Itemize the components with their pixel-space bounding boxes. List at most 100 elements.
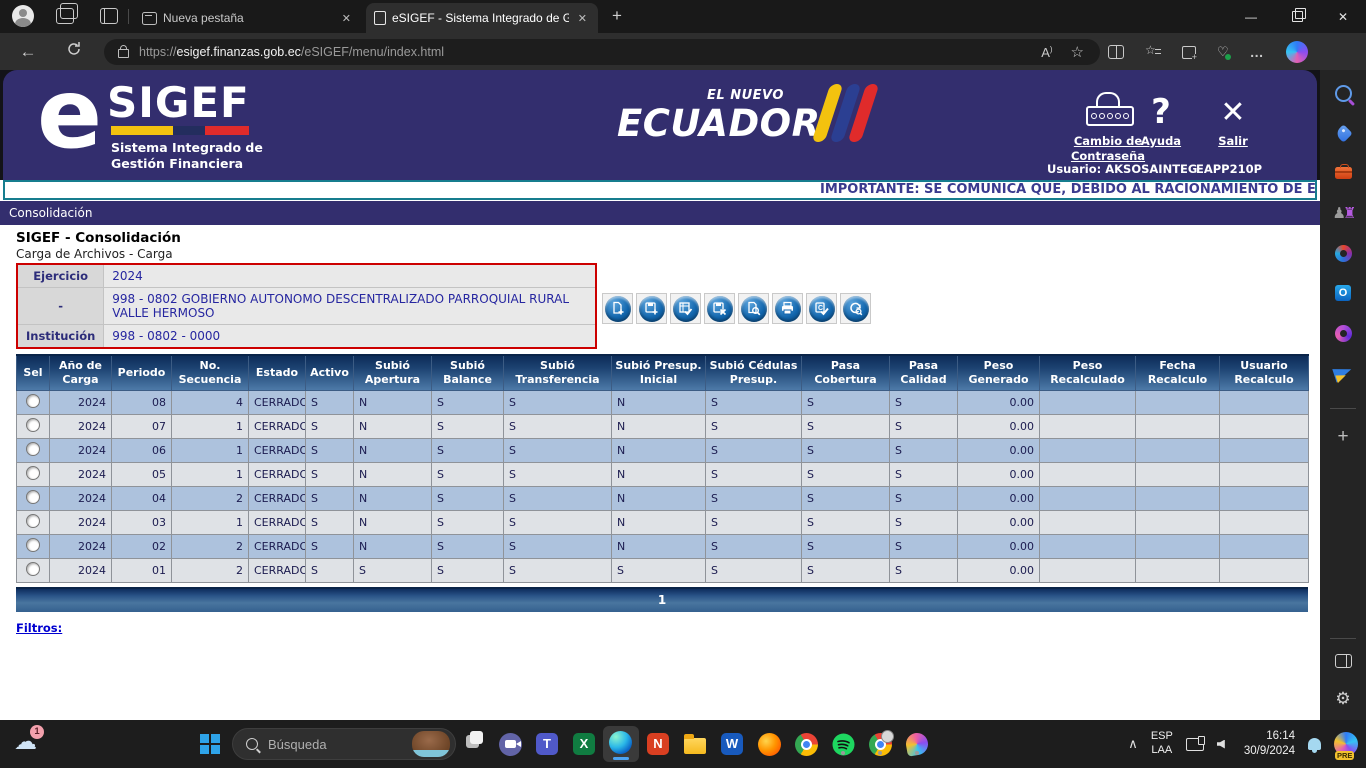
esigef-logo-text: SIGEF [107,78,250,127]
sidebar-panel-icon[interactable] [1320,646,1366,676]
table-cell: 03 [112,511,172,535]
meet-app-icon[interactable] [498,732,522,756]
table-cell [1136,391,1220,415]
search-daily-image [412,731,450,757]
logout-link[interactable]: ✕ Salir [1203,88,1263,149]
tab-close-icon[interactable]: ✕ [575,12,590,25]
copilot-icon[interactable] [1286,41,1308,63]
copilot-tray-icon[interactable]: PRE [1334,732,1358,756]
sidebar-shopping-icon[interactable] [1320,118,1366,148]
table-cell: 2024 [50,559,112,583]
new-record-button[interactable] [602,293,633,324]
table-cell: N [612,415,706,439]
spotify-app-icon[interactable] [831,732,855,756]
task-view-icon[interactable] [466,735,479,748]
select-cell [17,487,50,511]
sidebar-games-icon[interactable]: ♟♜ [1320,198,1366,228]
page-number[interactable]: 1 [658,593,666,607]
window-minimize-button[interactable]: — [1228,0,1274,33]
recalculate-button[interactable] [840,293,871,324]
save-add-button[interactable] [636,293,667,324]
taskbar-search[interactable]: Búsqueda [232,728,456,760]
row-select-radio[interactable] [26,394,40,408]
nitro-pdf-app-icon[interactable]: N [646,732,670,756]
table-cell: N [612,487,706,511]
sidebar-settings-icon[interactable]: ⚙ [1320,684,1366,714]
pagination-bar[interactable]: 1 [16,587,1308,612]
edge-app-icon-active[interactable] [603,726,639,762]
row-select-radio[interactable] [26,538,40,552]
delete-record-button[interactable] [704,293,735,324]
chrome-profile-app-icon[interactable] [868,732,892,756]
word-app-icon[interactable]: W [720,732,744,756]
tab-nueva-pestana[interactable]: Nueva pestaña ✕ [134,3,362,33]
vertical-tabs-icon[interactable] [100,8,118,24]
workspaces-icon[interactable] [56,8,74,24]
web-page: e SIGEF Sistema Integrado deGestión Fina… [0,70,1320,720]
excel-app-icon[interactable]: X [572,732,596,756]
edge-sidebar: ♟♜ O + ⚙ [1320,70,1366,720]
collections-icon[interactable] [1182,46,1196,59]
address-bar[interactable]: https://esigef.finanzas.gob.ec/eSIGEF/me… [104,39,1100,65]
sidebar-designer-icon[interactable] [1320,318,1366,348]
view-details-button[interactable] [738,293,769,324]
read-aloud-icon[interactable]: A) [1041,45,1052,60]
row-select-radio[interactable] [26,514,40,528]
sidebar-search-icon[interactable] [1320,78,1366,108]
weather-widget[interactable]: ☁1 [14,728,37,755]
hidden-icons-chevron[interactable]: ∧ [1128,736,1138,752]
approve-button[interactable]: C [806,293,837,324]
filters-link[interactable]: Filtros: [16,621,62,635]
favorite-star-icon[interactable]: ☆ [1071,43,1084,61]
sidebar-drop-icon[interactable] [1320,358,1366,388]
exit-icon: ✕ [1220,96,1245,130]
teams-app-icon[interactable]: T [535,732,559,756]
favorites-icon[interactable] [1145,46,1161,59]
row-select-radio[interactable] [26,442,40,456]
table-cell: 0.00 [958,463,1040,487]
notifications-bell-icon[interactable] [1308,738,1321,750]
firefox-app-icon[interactable] [757,732,781,756]
sidebar-tools-icon[interactable] [1320,158,1366,188]
row-select-radio[interactable] [26,466,40,480]
table-cell: CERRADO [249,391,306,415]
row-select-radio[interactable] [26,490,40,504]
volume-icon[interactable] [1217,740,1225,749]
table-cell: S [306,559,354,583]
new-tab-button[interactable]: + [612,6,622,26]
chrome-app-icon[interactable] [794,732,818,756]
recalculate-icon [843,296,869,322]
settings-more-icon[interactable]: … [1250,44,1265,60]
file-explorer-icon[interactable] [683,732,707,756]
profile-avatar-icon[interactable] [12,5,34,27]
browser-essentials-icon[interactable]: ♡ [1217,44,1229,60]
language-indicator[interactable]: ESPLAA [1151,730,1173,758]
table-cell [1220,535,1309,559]
row-select-radio[interactable] [26,418,40,432]
row-select-radio[interactable] [26,562,40,576]
print-button[interactable] [772,293,803,324]
menu-consolidacion[interactable]: Consolidación [9,201,92,225]
tab-esigef[interactable]: eSIGEF - Sistema Integrado de G ✕ [366,3,598,33]
help-link[interactable]: ? Ayuda [1131,88,1191,149]
clock[interactable]: 16:1430/9/2024 [1244,729,1295,759]
table-cell [1040,487,1136,511]
validate-button[interactable] [670,293,701,324]
sidebar-add-icon[interactable]: + [1320,422,1366,452]
table-cell: S [432,487,504,511]
start-button[interactable] [200,734,220,754]
network-icon[interactable] [1186,738,1204,751]
delete-record-icon [707,296,733,322]
sidebar-m365-icon[interactable] [1320,238,1366,268]
table-cell: S [504,511,612,535]
paint-app-icon[interactable] [905,732,929,756]
sidebar-outlook-icon[interactable]: O [1320,278,1366,308]
window-close-button[interactable]: ✕ [1320,0,1366,33]
sidebar-divider [1330,408,1356,409]
table-cell: N [612,439,706,463]
window-restore-button[interactable] [1274,0,1320,33]
split-screen-icon[interactable] [1108,45,1124,59]
tab-close-icon[interactable]: ✕ [339,12,354,25]
new-record-icon [605,296,631,322]
table-cell: S [504,487,612,511]
